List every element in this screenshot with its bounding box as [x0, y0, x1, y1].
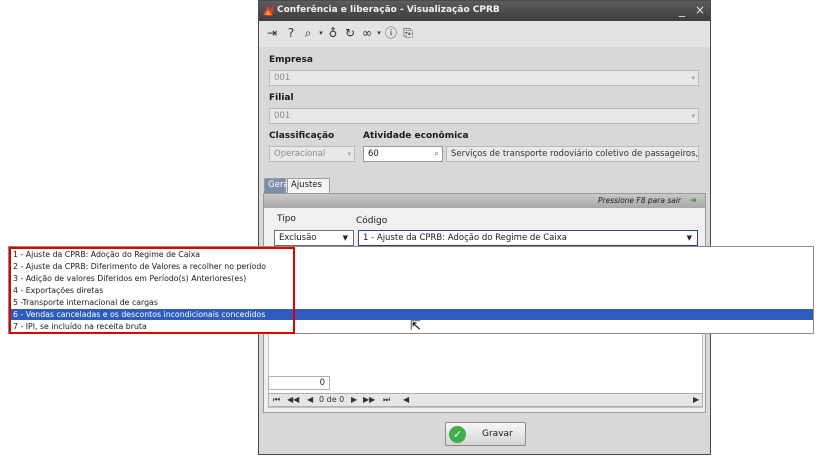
classificacao-select[interactable]: Operacional ▾	[269, 146, 355, 162]
chevron-down-icon: ▼	[342, 234, 348, 242]
title-bar[interactable]: Conferência e liberação - Visualização C…	[259, 1, 710, 21]
atividade-description-field: Serviços de transporte rodoviário coleti…	[446, 146, 699, 162]
chevron-down-icon: ▾	[691, 74, 695, 82]
close-button[interactable]: ×	[695, 3, 705, 17]
main-window: Conferência e liberação - Visualização C…	[258, 0, 711, 455]
atividade-description-value: Serviços de transporte rodoviário coleti…	[451, 149, 699, 159]
zoom-icon[interactable]: ⌕	[301, 26, 315, 40]
minimize-button[interactable]: _	[679, 3, 685, 17]
pager-position: 0 de 0	[319, 395, 345, 404]
last-page-button[interactable]: ⏭	[383, 394, 390, 406]
chevron-down-icon: ▾	[347, 150, 351, 158]
prev-page-button[interactable]: ◀◀	[287, 394, 299, 406]
refresh-icon[interactable]: ↻	[343, 26, 357, 40]
window-title: Conferência e liberação - Visualização C…	[277, 5, 500, 15]
next-page-button[interactable]: ▶▶	[363, 394, 375, 406]
mouse-cursor-icon: ⇱	[410, 319, 421, 334]
save-button[interactable]: ✓ Gravar	[445, 422, 526, 446]
arrow-icon[interactable]: ➜	[689, 196, 697, 206]
tipo-value: Exclusão	[279, 233, 317, 243]
empresa-value: 001	[274, 73, 291, 83]
filial-field[interactable]: 001 ▾	[269, 108, 699, 124]
chevron-down-icon: ▾	[691, 112, 695, 120]
codigo-select[interactable]: 1 - Ajuste da CPRB: Adoção do Regime de …	[358, 230, 698, 246]
atividade-label: Atividade econômica	[363, 131, 469, 141]
search-icon[interactable]: ⌕	[434, 147, 439, 161]
exit-icon[interactable]: ⇥	[265, 26, 279, 40]
first-page-button[interactable]: ⏮	[273, 394, 280, 406]
help-icon[interactable]: ?	[284, 26, 298, 40]
scroll-right-button[interactable]: ▶	[693, 394, 699, 406]
classificacao-label: Classificação	[269, 131, 335, 141]
codigo-label: Código	[356, 216, 388, 226]
app-logo-icon	[263, 5, 274, 16]
tab-ajustes[interactable]: Ajustes	[287, 178, 330, 193]
toolbar: ⇥ ? ⌕ ▾ ♁ ↻ ∞ ▾ ⓘ ⎘	[259, 21, 710, 47]
chevron-down-icon: ▼	[686, 234, 692, 242]
record-count: 0	[268, 376, 330, 390]
classificacao-value: Operacional	[274, 149, 326, 159]
export-icon[interactable]: ⎘	[401, 26, 415, 40]
filial-value: 001	[274, 111, 291, 121]
check-icon: ✓	[449, 426, 466, 443]
atividade-code-input[interactable]: 60 ⌕	[363, 146, 443, 162]
empresa-field[interactable]: 001 ▾	[269, 70, 699, 86]
filial-label: Filial	[269, 93, 294, 103]
scroll-left-button[interactable]: ◀	[403, 394, 409, 406]
highlight-box	[9, 247, 295, 334]
tab-geral[interactable]: Geral	[264, 178, 291, 193]
panel-header: Pressione F8 para sair ➜	[264, 194, 705, 208]
codigo-value: 1 - Ajuste da CPRB: Adoção do Regime de …	[363, 233, 567, 243]
prev-record-button[interactable]: ◀	[307, 394, 313, 406]
empresa-label: Empresa	[269, 55, 313, 65]
tipo-label: Tipo	[277, 214, 296, 224]
tipo-select[interactable]: Exclusão ▼	[274, 230, 354, 246]
exit-hint: Pressione F8 para sair	[597, 196, 681, 205]
info-icon[interactable]: ⓘ	[384, 26, 398, 40]
atividade-code-value: 60	[368, 149, 379, 159]
next-record-button[interactable]: ▶	[351, 394, 357, 406]
save-button-label: Gravar	[482, 429, 513, 439]
grid-pager: ⏮ ◀◀ ◀ 0 de 0 ▶ ▶▶ ⏭ ◀ ▶	[268, 393, 703, 407]
lightbulb-icon[interactable]: ♁	[326, 26, 340, 40]
